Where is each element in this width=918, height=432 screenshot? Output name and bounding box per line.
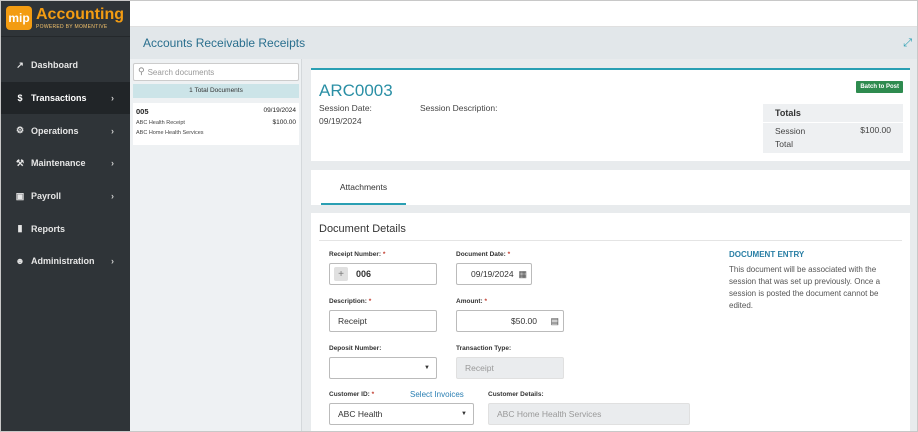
chevron-right-icon: › — [111, 191, 114, 202]
calendar-icon[interactable]: ▦ — [518, 269, 527, 280]
logo-subtitle: POWERED BY MOMENTIVE — [36, 23, 108, 30]
document-details-card: Document Details Receipt Number: * + 006… — [311, 213, 910, 432]
sidebar: mip Accounting POWERED BY MOMENTIVE ↗ Das… — [0, 0, 130, 432]
tab-attachments[interactable]: Attachments — [321, 170, 406, 205]
plus-icon[interactable]: + — [334, 267, 348, 281]
session-card: ARC0003 Session Date: 09/19/2024 Session… — [311, 68, 910, 161]
document-list-panel: ⚲ 1 Total Documents 005 09/19/2024 ABC H… — [130, 59, 302, 432]
batch-to-post-button[interactable]: Batch to Post — [856, 81, 903, 93]
session-description-label: Session Description: — [420, 103, 498, 113]
sidebar-item-operations[interactable]: ⚙ Operations › — [0, 114, 130, 147]
wrench-icon: ⚒ — [15, 157, 25, 168]
logo-mark: mip — [6, 6, 32, 30]
customer-id-select[interactable]: ABC Health ▼ — [329, 403, 474, 425]
dollar-icon: $ — [17, 93, 23, 104]
chevron-right-icon: › — [111, 125, 114, 136]
transaction-type-field: Receipt — [456, 357, 564, 379]
logo-title: Accounting — [36, 5, 124, 23]
sidebar-nav: ↗ Dashboard $ Transactions › ⚙ Operations › ⚒ Mai… — [0, 49, 130, 278]
sidebar-item-label: Dashboard — [31, 60, 79, 71]
customer-details-label: Customer Details: — [488, 391, 544, 398]
chevron-down-icon: ▼ — [424, 365, 430, 371]
document-customer: ABC Home Health Services — [136, 130, 204, 136]
select-invoices-link[interactable]: Select Invoices — [410, 390, 464, 399]
session-date-label: Session Date: — [319, 103, 372, 113]
document-date: 09/19/2024 — [263, 107, 296, 114]
deposit-number-label: Deposit Number: — [329, 345, 382, 352]
search-box[interactable]: ⚲ — [133, 63, 299, 81]
document-date-field[interactable]: 09/19/2024 ▦ — [456, 263, 532, 285]
list-item[interactable]: 005 09/19/2024 ABC Health Receipt $100.0… — [133, 103, 299, 145]
sidebar-item-dashboard[interactable]: ↗ Dashboard — [0, 49, 130, 82]
receipt-number-field[interactable]: + 006 — [329, 263, 437, 285]
document-date-label: Document Date: * — [456, 251, 511, 258]
divider — [319, 240, 902, 241]
session-total-label: Session Total — [775, 126, 806, 149]
chevron-down-icon: ▼ — [461, 411, 467, 417]
calculator-icon[interactable]: ▤ — [550, 316, 559, 327]
chevron-right-icon: › — [111, 93, 114, 104]
sidebar-item-payroll[interactable]: ▣ Payroll › — [0, 180, 130, 213]
app-logo[interactable]: mip Accounting POWERED BY MOMENTIVE — [0, 0, 130, 37]
document-entry-title: DOCUMENT ENTRY — [729, 250, 805, 259]
tabs-card: Attachments — [311, 170, 910, 205]
document-description: ABC Health Receipt — [136, 120, 185, 126]
users-icon: ☻ — [15, 256, 25, 267]
description-label: Description: * — [329, 298, 372, 305]
search-input[interactable] — [147, 67, 288, 77]
transaction-type-label: Transaction Type: — [456, 345, 512, 352]
sidebar-item-transactions[interactable]: $ Transactions › — [0, 81, 130, 115]
divider — [763, 122, 903, 123]
sidebar-item-label: Transactions — [31, 93, 87, 104]
sidebar-item-reports[interactable]: ▮ Reports — [0, 212, 130, 245]
deposit-number-select[interactable]: ▼ — [329, 357, 437, 379]
chart-line-icon: ↗ — [16, 59, 24, 70]
description-field[interactable]: Receipt — [329, 310, 437, 332]
file-icon: ▮ — [17, 223, 23, 234]
top-bar — [130, 0, 918, 27]
total-documents-label: 1 Total Documents — [133, 84, 299, 98]
document-entry-text: This document will be associated with th… — [729, 265, 881, 310]
document-amount: $100.00 — [272, 119, 297, 126]
section-title: Document Details — [319, 223, 406, 235]
sidebar-item-label: Reports — [31, 223, 66, 234]
amount-field[interactable]: $50.00 ▤ — [456, 310, 564, 332]
chevron-right-icon: › — [111, 158, 114, 169]
document-number: 005 — [136, 107, 149, 116]
session-total-value: $100.00 — [860, 125, 891, 135]
page-title: Accounts Receivable Receipts — [143, 36, 306, 50]
sidebar-item-label: Payroll — [31, 191, 62, 202]
page-header: Accounts Receivable Receipts ⤢ — [130, 27, 918, 59]
sidebar-item-administration[interactable]: ☻ Administration › — [0, 245, 130, 278]
totals-box: Totals Session Total $100.00 — [763, 104, 903, 153]
search-icon: ⚲ — [138, 67, 145, 77]
cogs-icon: ⚙ — [15, 125, 25, 136]
expand-icon[interactable]: ⤢ — [903, 36, 912, 50]
sidebar-item-maintenance[interactable]: ⚒ Maintenance › — [0, 147, 130, 180]
receipt-number-label: Receipt Number: * — [329, 251, 386, 258]
customer-id-label: Customer ID: * — [329, 391, 375, 398]
session-id: ARC0003 — [319, 81, 393, 100]
amount-label: Amount: * — [456, 298, 488, 305]
sidebar-item-label: Administration — [31, 256, 95, 267]
customer-details-field: ABC Home Health Services — [488, 403, 690, 425]
sidebar-item-label: Operations — [31, 125, 79, 136]
totals-heading: Totals — [775, 108, 801, 118]
money-icon: ▣ — [15, 190, 25, 201]
session-date-value: 09/19/2024 — [319, 116, 362, 126]
chevron-right-icon: › — [111, 256, 114, 267]
sidebar-item-label: Maintenance — [31, 158, 86, 169]
